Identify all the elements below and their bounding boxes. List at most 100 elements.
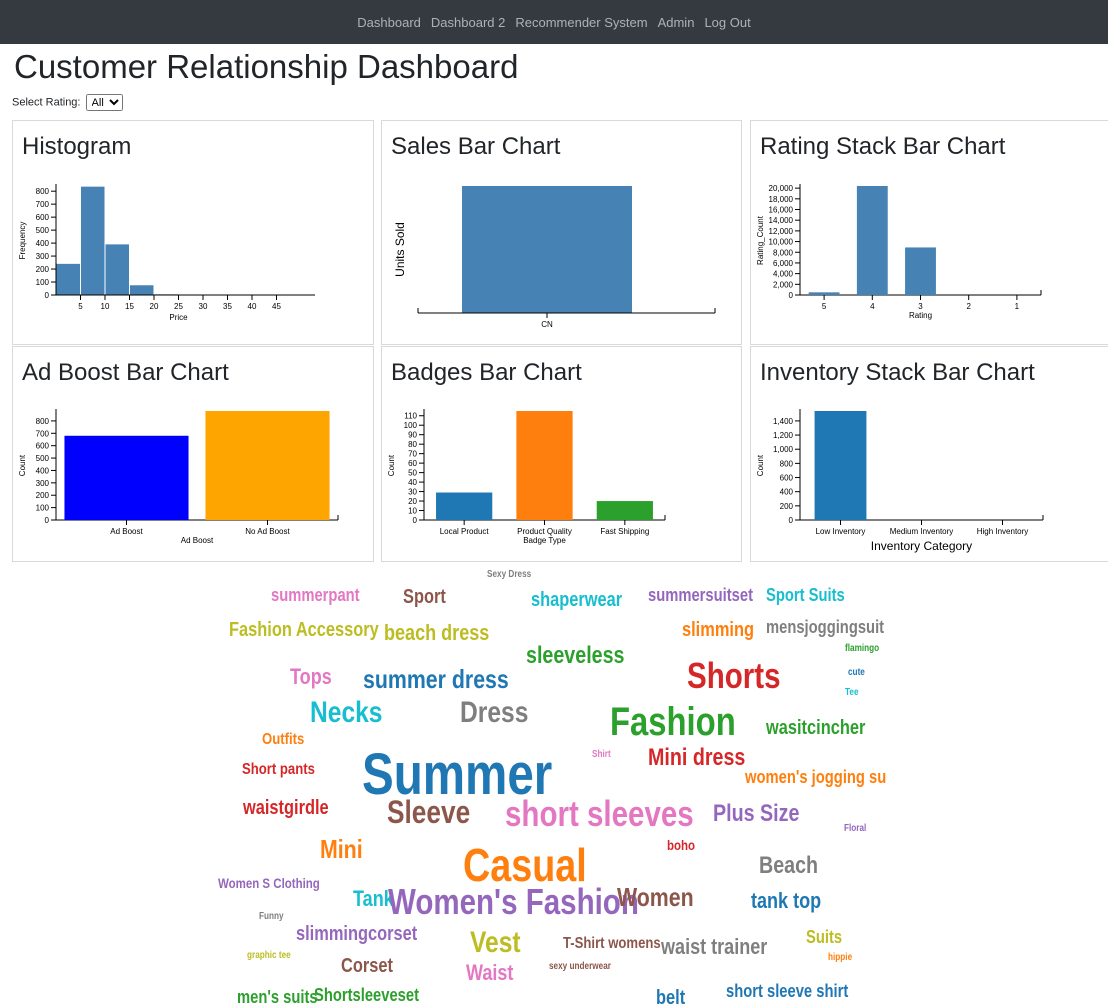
badges-x-label: Badge Type (523, 536, 566, 545)
rating-x-tick-label: 4 (870, 302, 875, 311)
word-cloud-word: Sleeve (387, 794, 471, 830)
histogram-x-tick-label: 35 (223, 302, 232, 311)
inventory-y-tick-label: 1,400 (773, 417, 794, 426)
word-cloud-word: short sleeves (505, 793, 694, 834)
word-cloud-word: shaperwear (531, 589, 623, 611)
adboost-y-tick-label: 600 (36, 442, 50, 451)
word-cloud-word: beach dress (384, 620, 490, 645)
word-cloud-word: T-Shirt womens (563, 935, 661, 952)
inventory-y-tick-label: 400 (780, 488, 794, 497)
page-title: Customer Relationship Dashboard (14, 48, 519, 85)
word-cloud-word: Shortsleeveset (314, 985, 420, 1004)
word-cloud-word: belt (656, 987, 686, 1004)
badges-y-tick-label: 30 (408, 488, 417, 497)
badges-y-tick-label: 70 (408, 450, 417, 459)
adboost-y-tick-label: 300 (36, 479, 50, 488)
rating-y-tick-label: 2,000 (773, 280, 794, 289)
word-cloud-word: Shorts (687, 655, 781, 696)
inventory-y-tick-label: 0 (789, 516, 794, 525)
adboost-x-tick-label: Ad Boost (110, 527, 143, 536)
adboost-panel: Ad Boost Bar Chart 0 100 200 300 400 500 600 70… (12, 346, 374, 562)
word-cloud-word: Women S Clothing (218, 875, 320, 891)
rating-y-tick-label: 18,000 (769, 195, 794, 204)
rating-chart: 02,0004,0006,0008,00010,00012,00014,0001… (756, 184, 1042, 320)
rating-y-tick-label: 10,000 (769, 238, 794, 247)
inventory-y-label: Count (756, 454, 765, 476)
inventory-y-tick-label: 200 (780, 502, 794, 511)
badges-y-label: Count (387, 454, 396, 476)
rating-x-tick-label: 3 (918, 302, 923, 311)
badges-y-tick-label: 50 (408, 469, 417, 478)
rating-y-tick-label: 4,000 (773, 270, 794, 279)
badges-bar (516, 411, 573, 520)
adboost-y-tick-label: 800 (36, 417, 50, 426)
adboost-x-label: Ad Boost (181, 536, 214, 545)
adboost-y-tick-label: 0 (45, 516, 50, 525)
word-cloud-word: tank top (751, 888, 822, 913)
rating-filter: Select Rating: All (12, 94, 123, 111)
inventory-x-tick-label: Medium Inventory (890, 527, 954, 536)
nav-admin[interactable]: Admin (658, 15, 695, 30)
word-cloud-word: mensjoggingsuit (766, 617, 885, 637)
badges-y-tick-label: 40 (408, 478, 417, 487)
histogram-y-tick-label: 300 (36, 252, 50, 261)
histogram-y-tick-label: 800 (36, 187, 50, 196)
word-cloud-word: Mini dress (648, 744, 746, 771)
nav-log-out[interactable]: Log Out (704, 15, 750, 30)
word-cloud-word: Fashion (610, 700, 736, 744)
word-cloud-word: Women's Fashion (388, 881, 639, 922)
adboost-y-tick-label: 400 (36, 466, 50, 475)
inventory-chart: 0 200 400 600 800 1,000 1,200 1,400 Count Low Inv… (756, 409, 1044, 553)
histogram-bar (130, 285, 154, 295)
rating-select[interactable]: All (85, 94, 123, 111)
word-cloud-word: sleeveless (526, 642, 625, 669)
word-cloud-word: hippie (828, 952, 853, 963)
rating-y-tick-label: 0 (789, 291, 794, 300)
rating-x-tick-label: 1 (1015, 302, 1020, 311)
adboost-y-tick-label: 700 (36, 429, 50, 438)
histogram-bar (56, 263, 80, 295)
histogram-y-tick-label: 600 (36, 213, 50, 222)
badges-y-tick-label: 110 (404, 412, 417, 421)
inventory-y-tick-label: 600 (780, 474, 794, 483)
histogram-y-tick-label: 200 (36, 265, 50, 274)
rating-bar (856, 186, 888, 295)
badges-y-tick-label: 0 (413, 516, 418, 525)
histogram-y-tick-label: 700 (36, 200, 50, 209)
badges-y-tick-label: 20 (408, 497, 417, 506)
sales-y-label: Units Sold (393, 222, 407, 277)
word-cloud-word: Shirt (592, 749, 611, 760)
adboost-y-label: Count (18, 454, 27, 476)
nav-dashboard[interactable]: Dashboard (357, 15, 421, 30)
rating-y-tick-label: 16,000 (769, 206, 794, 215)
word-cloud-word: summerpant (271, 585, 360, 605)
badges-bar (596, 501, 653, 520)
histogram-bar (105, 244, 129, 295)
histogram-y-tick-label: 500 (36, 226, 50, 235)
word-cloud-word: Dress (460, 696, 529, 729)
word-cloud-word: Sport (403, 586, 446, 608)
word-cloud-word: slimming (682, 619, 754, 641)
sales-chart: Units Sold CN (393, 186, 716, 329)
nav-recommender-system[interactable]: Recommender System (515, 15, 647, 30)
badges-y-tick-label: 100 (404, 421, 418, 430)
inventory-y-tick-label: 1,000 (773, 445, 794, 454)
inventory-x-tick-label: High Inventory (977, 527, 1029, 536)
adboost-y-tick-label: 100 (36, 504, 50, 513)
rating-x-tick-label: 2 (966, 302, 971, 311)
inventory-panel: Inventory Stack Bar Chart 0 200 400 600 800 1… (750, 346, 1108, 562)
sales-bar (462, 186, 632, 313)
inventory-x-label: Inventory Category (871, 539, 972, 553)
word-cloud-word: Women (617, 882, 694, 912)
adboost-chart: 0 100 200 300 400 500 600 700 800 Count Ad Boost No… (18, 409, 339, 545)
inventory-x-tick-label: Low Inventory (816, 527, 866, 536)
rating-filter-label: Select Rating: (12, 96, 81, 109)
adboost-bar (205, 411, 330, 520)
nav-dashboard-2[interactable]: Dashboard 2 (431, 15, 505, 30)
word-cloud-word: Funny (259, 911, 284, 922)
badges-panel: Badges Bar Chart 0 10 20 30 40 50 60 70 80 90 100 1… (381, 346, 742, 562)
histogram-chart: 0 100 200 300 400 500 600 700 800 Frequency 5 10 15 2… (18, 184, 315, 322)
word-cloud-word: Sport Suits (766, 585, 845, 605)
word-cloud-word: Waist (466, 960, 514, 985)
adboost-bar (64, 435, 189, 520)
